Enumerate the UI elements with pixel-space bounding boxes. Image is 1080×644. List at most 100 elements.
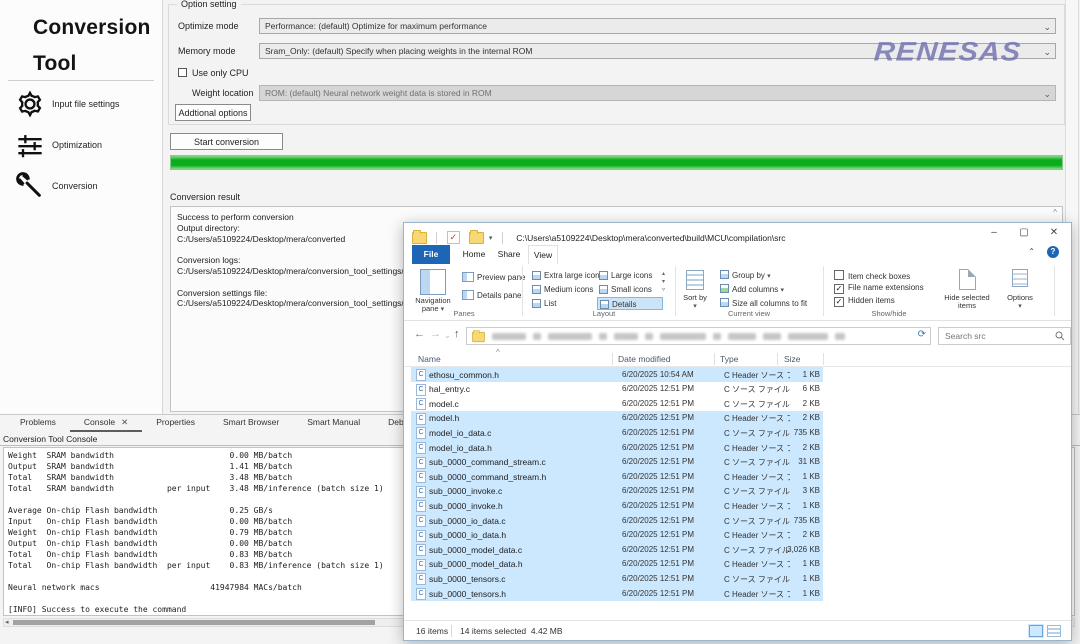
column-separator[interactable] xyxy=(823,353,824,365)
console-tab-smart-browser[interactable]: Smart Browser xyxy=(209,415,293,432)
scrollbar-thumb[interactable] xyxy=(13,620,375,625)
memory-mode-value: Sram_Only: (default) Specify when placin… xyxy=(265,46,532,56)
file-type: C Header ソース フ... xyxy=(724,530,790,541)
file-date-modified: 6/20/2025 12:51 PM xyxy=(622,472,694,481)
weight-location-select: ROM: (default) Neural network weight dat… xyxy=(259,85,1056,101)
file-row[interactable]: Csub_0000_invoke.c6/20/2025 12:51 PMC ソー… xyxy=(411,484,823,499)
console-tab-smart-manual[interactable]: Smart Manual xyxy=(293,415,374,432)
file-name: sub_0000_tensors.c xyxy=(429,574,506,584)
add-columns-button[interactable]: Add columns ▾ xyxy=(720,284,784,294)
blurred-path-segment xyxy=(763,333,781,340)
sidebar-item-conversion[interactable]: Conversion xyxy=(0,168,162,208)
use-only-cpu-checkbox[interactable] xyxy=(178,68,187,77)
history-chevron-icon[interactable]: ⌄ xyxy=(444,331,451,340)
file-row[interactable]: Csub_0000_tensors.h6/20/2025 12:51 PMC H… xyxy=(411,586,823,601)
c-file-icon: C xyxy=(416,471,426,483)
navigation-pane-icon[interactable] xyxy=(420,269,446,295)
file-row[interactable]: Csub_0000_model_data.h6/20/2025 12:51 PM… xyxy=(411,557,823,572)
minimize-button[interactable]: – xyxy=(979,223,1009,244)
menu-tab-file[interactable]: File xyxy=(412,245,450,264)
address-input[interactable]: ⟳ xyxy=(466,327,931,345)
refresh-icon[interactable]: ⟳ xyxy=(918,329,926,340)
sidebar-item-optimization[interactable]: Optimization xyxy=(0,127,162,167)
file-date-modified: 6/20/2025 12:51 PM xyxy=(622,574,694,583)
optimize-mode-select[interactable]: Performance: (default) Optimize for maxi… xyxy=(259,18,1056,34)
layout-extra-large-icons[interactable]: Extra large icons xyxy=(530,269,596,282)
column-separator[interactable] xyxy=(612,353,613,365)
quick-access-check-icon[interactable]: ✓ xyxy=(447,231,460,244)
layout-medium-icons[interactable]: Medium icons xyxy=(530,283,596,296)
maximize-button[interactable]: ▢ xyxy=(1009,223,1039,244)
file-row[interactable]: Cmodel_io_data.h6/20/2025 12:51 PMC Head… xyxy=(411,440,823,455)
sort-by-icon[interactable] xyxy=(686,270,704,290)
file-size: 735 KB xyxy=(787,516,820,525)
explorer-title-path: C:\Users\a5109224\Desktop\mera\converted… xyxy=(516,233,785,243)
thumbnail-view-toggle-icon[interactable] xyxy=(1047,625,1061,637)
details-pane-button[interactable]: Details pane xyxy=(462,290,521,300)
help-icon[interactable]: ? xyxy=(1047,246,1059,258)
close-button[interactable]: ✕ xyxy=(1039,223,1069,244)
column-size[interactable]: Size xyxy=(784,354,801,364)
scroll-left-icon[interactable]: ◂ xyxy=(5,618,9,626)
column-name[interactable]: Name xyxy=(418,354,441,364)
file-date-modified: 6/20/2025 12:51 PM xyxy=(622,428,694,437)
file-row[interactable]: Csub_0000_model_data.c6/20/2025 12:51 PM… xyxy=(411,542,823,557)
console-tab-properties[interactable]: Properties xyxy=(142,415,209,432)
gear-icon xyxy=(16,90,46,120)
forward-icon[interactable]: → xyxy=(430,328,441,340)
file-row[interactable]: Csub_0000_invoke.h6/20/2025 12:51 PMC He… xyxy=(411,498,823,513)
file-row[interactable]: Csub_0000_io_data.h6/20/2025 12:51 PMC H… xyxy=(411,528,823,543)
sidebar-item-input-file-settings[interactable]: Input file settings xyxy=(0,86,162,126)
console-tab-problems[interactable]: Problems xyxy=(6,415,70,432)
up-icon[interactable]: ↑ xyxy=(454,328,460,340)
group-by-button[interactable]: Group by ▾ xyxy=(720,270,771,280)
layout-small-icons[interactable]: Small icons xyxy=(597,283,663,296)
file-row[interactable]: Cmodel.h6/20/2025 12:51 PMC Header ソース フ… xyxy=(411,411,823,426)
menu-tab-share[interactable]: Share xyxy=(494,245,524,264)
back-icon[interactable]: ← xyxy=(414,328,425,340)
column-separator[interactable] xyxy=(777,353,778,365)
file-row[interactable]: Cethosu_common.h6/20/2025 10:54 AMC Head… xyxy=(411,367,823,382)
layout-item-icon xyxy=(532,285,541,294)
preview-pane-button[interactable]: Preview pane xyxy=(462,272,525,282)
chevron-down-icon[interactable]: ▾ xyxy=(489,235,493,242)
file-row[interactable]: Csub_0000_command_stream.h6/20/2025 12:5… xyxy=(411,469,823,484)
file-row[interactable]: Csub_0000_command_stream.c6/20/2025 12:5… xyxy=(411,455,823,470)
file-type: C ソース ファイル xyxy=(724,516,790,527)
layout-large-icons[interactable]: Large icons xyxy=(597,269,663,282)
checkbox-item-check-boxes[interactable]: Item check boxes xyxy=(834,270,910,281)
chevron-down-icon: ▾ xyxy=(780,287,784,294)
menu-tab-view[interactable]: View xyxy=(528,245,558,264)
wrench-icon xyxy=(16,172,46,202)
file-row[interactable]: Cmodel.c6/20/2025 12:51 PMC ソース ファイル2 KB xyxy=(411,396,823,411)
c-file-icon: C xyxy=(416,369,426,381)
scroll-up-icon[interactable]: ^ xyxy=(1053,208,1057,217)
file-row[interactable]: Cmodel_io_data.c6/20/2025 12:51 PMC ソース … xyxy=(411,425,823,440)
start-conversion-button[interactable]: Start conversion xyxy=(170,133,283,150)
options-button[interactable]: Options▾ xyxy=(1000,294,1040,311)
file-row[interactable]: Csub_0000_tensors.c6/20/2025 12:51 PMC ソ… xyxy=(411,571,823,586)
file-name: sub_0000_invoke.c xyxy=(429,486,502,496)
file-row[interactable]: Chal_entry.c6/20/2025 12:51 PMC ソース ファイル… xyxy=(411,382,823,397)
hide-selected-items-button[interactable]: Hide selected items xyxy=(939,294,995,310)
options-icon[interactable] xyxy=(1012,269,1028,287)
column-type[interactable]: Type xyxy=(720,354,738,364)
console-tab-console[interactable]: Console✕ xyxy=(70,415,142,432)
column-date-modified[interactable]: Date modified xyxy=(618,354,670,364)
hide-selected-items-icon[interactable] xyxy=(959,269,976,290)
close-tab-icon[interactable]: ✕ xyxy=(121,417,128,427)
additional-options-button[interactable]: Addtional options xyxy=(175,104,251,121)
size-all-columns-button[interactable]: Size all columns to fit xyxy=(720,298,807,308)
details-view-toggle-icon[interactable] xyxy=(1029,625,1043,637)
menu-tab-home[interactable]: Home xyxy=(458,245,490,264)
checkbox-file-name-extensions[interactable]: ✓File name extensions xyxy=(834,283,924,294)
column-separator[interactable] xyxy=(714,353,715,365)
collapse-ribbon-icon[interactable]: ⌃ xyxy=(1028,247,1035,256)
checkbox-icon: ✓ xyxy=(834,284,844,294)
gallery-scroll-icons[interactable]: ▴▾▿ xyxy=(662,270,665,294)
file-size: 31 KB xyxy=(787,457,820,466)
search-input[interactable]: Search src xyxy=(938,327,1071,345)
file-row[interactable]: Csub_0000_io_data.c6/20/2025 12:51 PMC ソ… xyxy=(411,513,823,528)
checkbox-hidden-items[interactable]: ✓Hidden items xyxy=(834,296,895,307)
explorer-titlebar[interactable]: ✓ ▾ C:\Users\a5109224\Desktop\mera\conve… xyxy=(404,223,1071,245)
